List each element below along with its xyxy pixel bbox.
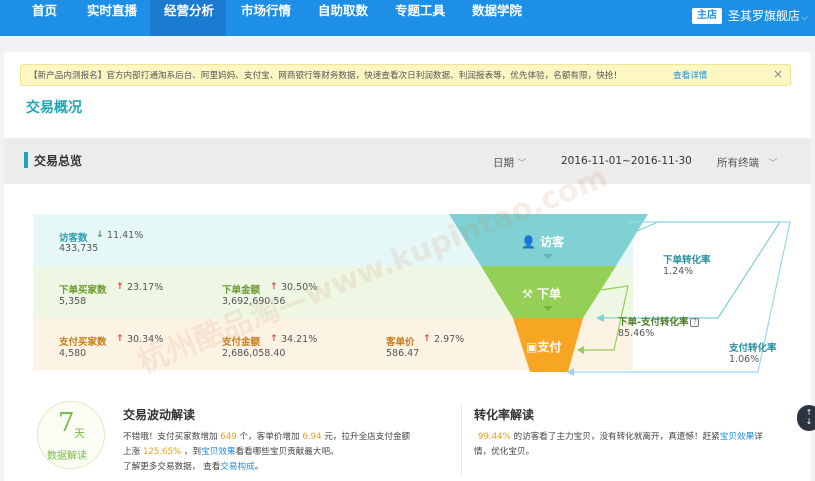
order-conversion-value: 1.24% [663, 266, 694, 277]
fluctuation-title: 交易波动解读 [123, 408, 196, 422]
item-effect-link[interactable]: 宝贝效果 [720, 432, 754, 442]
scroll-toggle-button[interactable]: ↑ ↓ [797, 405, 815, 431]
conversion-line-1: 99.44% 的访客看了主力宝贝，没有转化就离开，真遗憾！赶紧宝贝效果详 [478, 432, 763, 442]
order-pay-conversion-value: 85.46% [618, 328, 655, 339]
order-conversion-label: 下单转化率 [663, 255, 711, 266]
fluctuation-line-1: 不错哦！支付买家数增加 649 个，客单价增加 6.94 元，拉升全店支付金额 [123, 432, 411, 442]
funnel-pay-text: 支付 [537, 340, 562, 354]
order-pay-conversion-text: 下单-支付转化率 [618, 317, 689, 328]
arrowhead-icon [577, 346, 584, 354]
divider [461, 405, 462, 475]
arrow-down-icon: ↓ [805, 417, 813, 426]
arrow-up-icon: ↑ [805, 408, 813, 417]
order-pay-conversion-label: 下单-支付转化率? [618, 314, 700, 328]
funnel-order-text: 下单 [536, 287, 561, 301]
hammer-icon: ⚒ [522, 287, 533, 301]
pay-conversion-value: 1.06% [729, 354, 760, 365]
seven-day-unit: 天 [74, 427, 85, 440]
help-icon[interactable]: ? [690, 318, 700, 327]
trade-composition-link[interactable]: 交易构成 [220, 462, 254, 472]
seven-day-text: 数据解读 [47, 451, 87, 462]
payment-icon: ▣ [526, 340, 538, 354]
arrowhead-icon [596, 314, 604, 322]
seven-day-number: 7 [58, 408, 75, 438]
fluctuation-line-2: 上涨 125.65% ，到宝贝效果看看哪些宝贝贡献最大吧。 [123, 447, 339, 457]
funnel-order-label: ⚒ 下单 [522, 285, 561, 302]
item-effect-link[interactable]: 宝贝效果 [201, 447, 235, 457]
fluctuation-line-3: 了解更多交易数据， 查看交易构成。 [123, 462, 264, 472]
conversion-title: 转化率解读 [474, 408, 535, 422]
user-icon: 👤 [521, 235, 536, 249]
funnel-visit-text: 访客 [540, 235, 565, 249]
funnel-visit-label: 👤 访客 [521, 233, 564, 250]
pay-conversion-label: 支付转化率 [729, 343, 777, 354]
funnel-pay-label: ▣支付 [526, 338, 561, 355]
conversion-line-2: 情，优化宝贝。 [474, 447, 535, 457]
